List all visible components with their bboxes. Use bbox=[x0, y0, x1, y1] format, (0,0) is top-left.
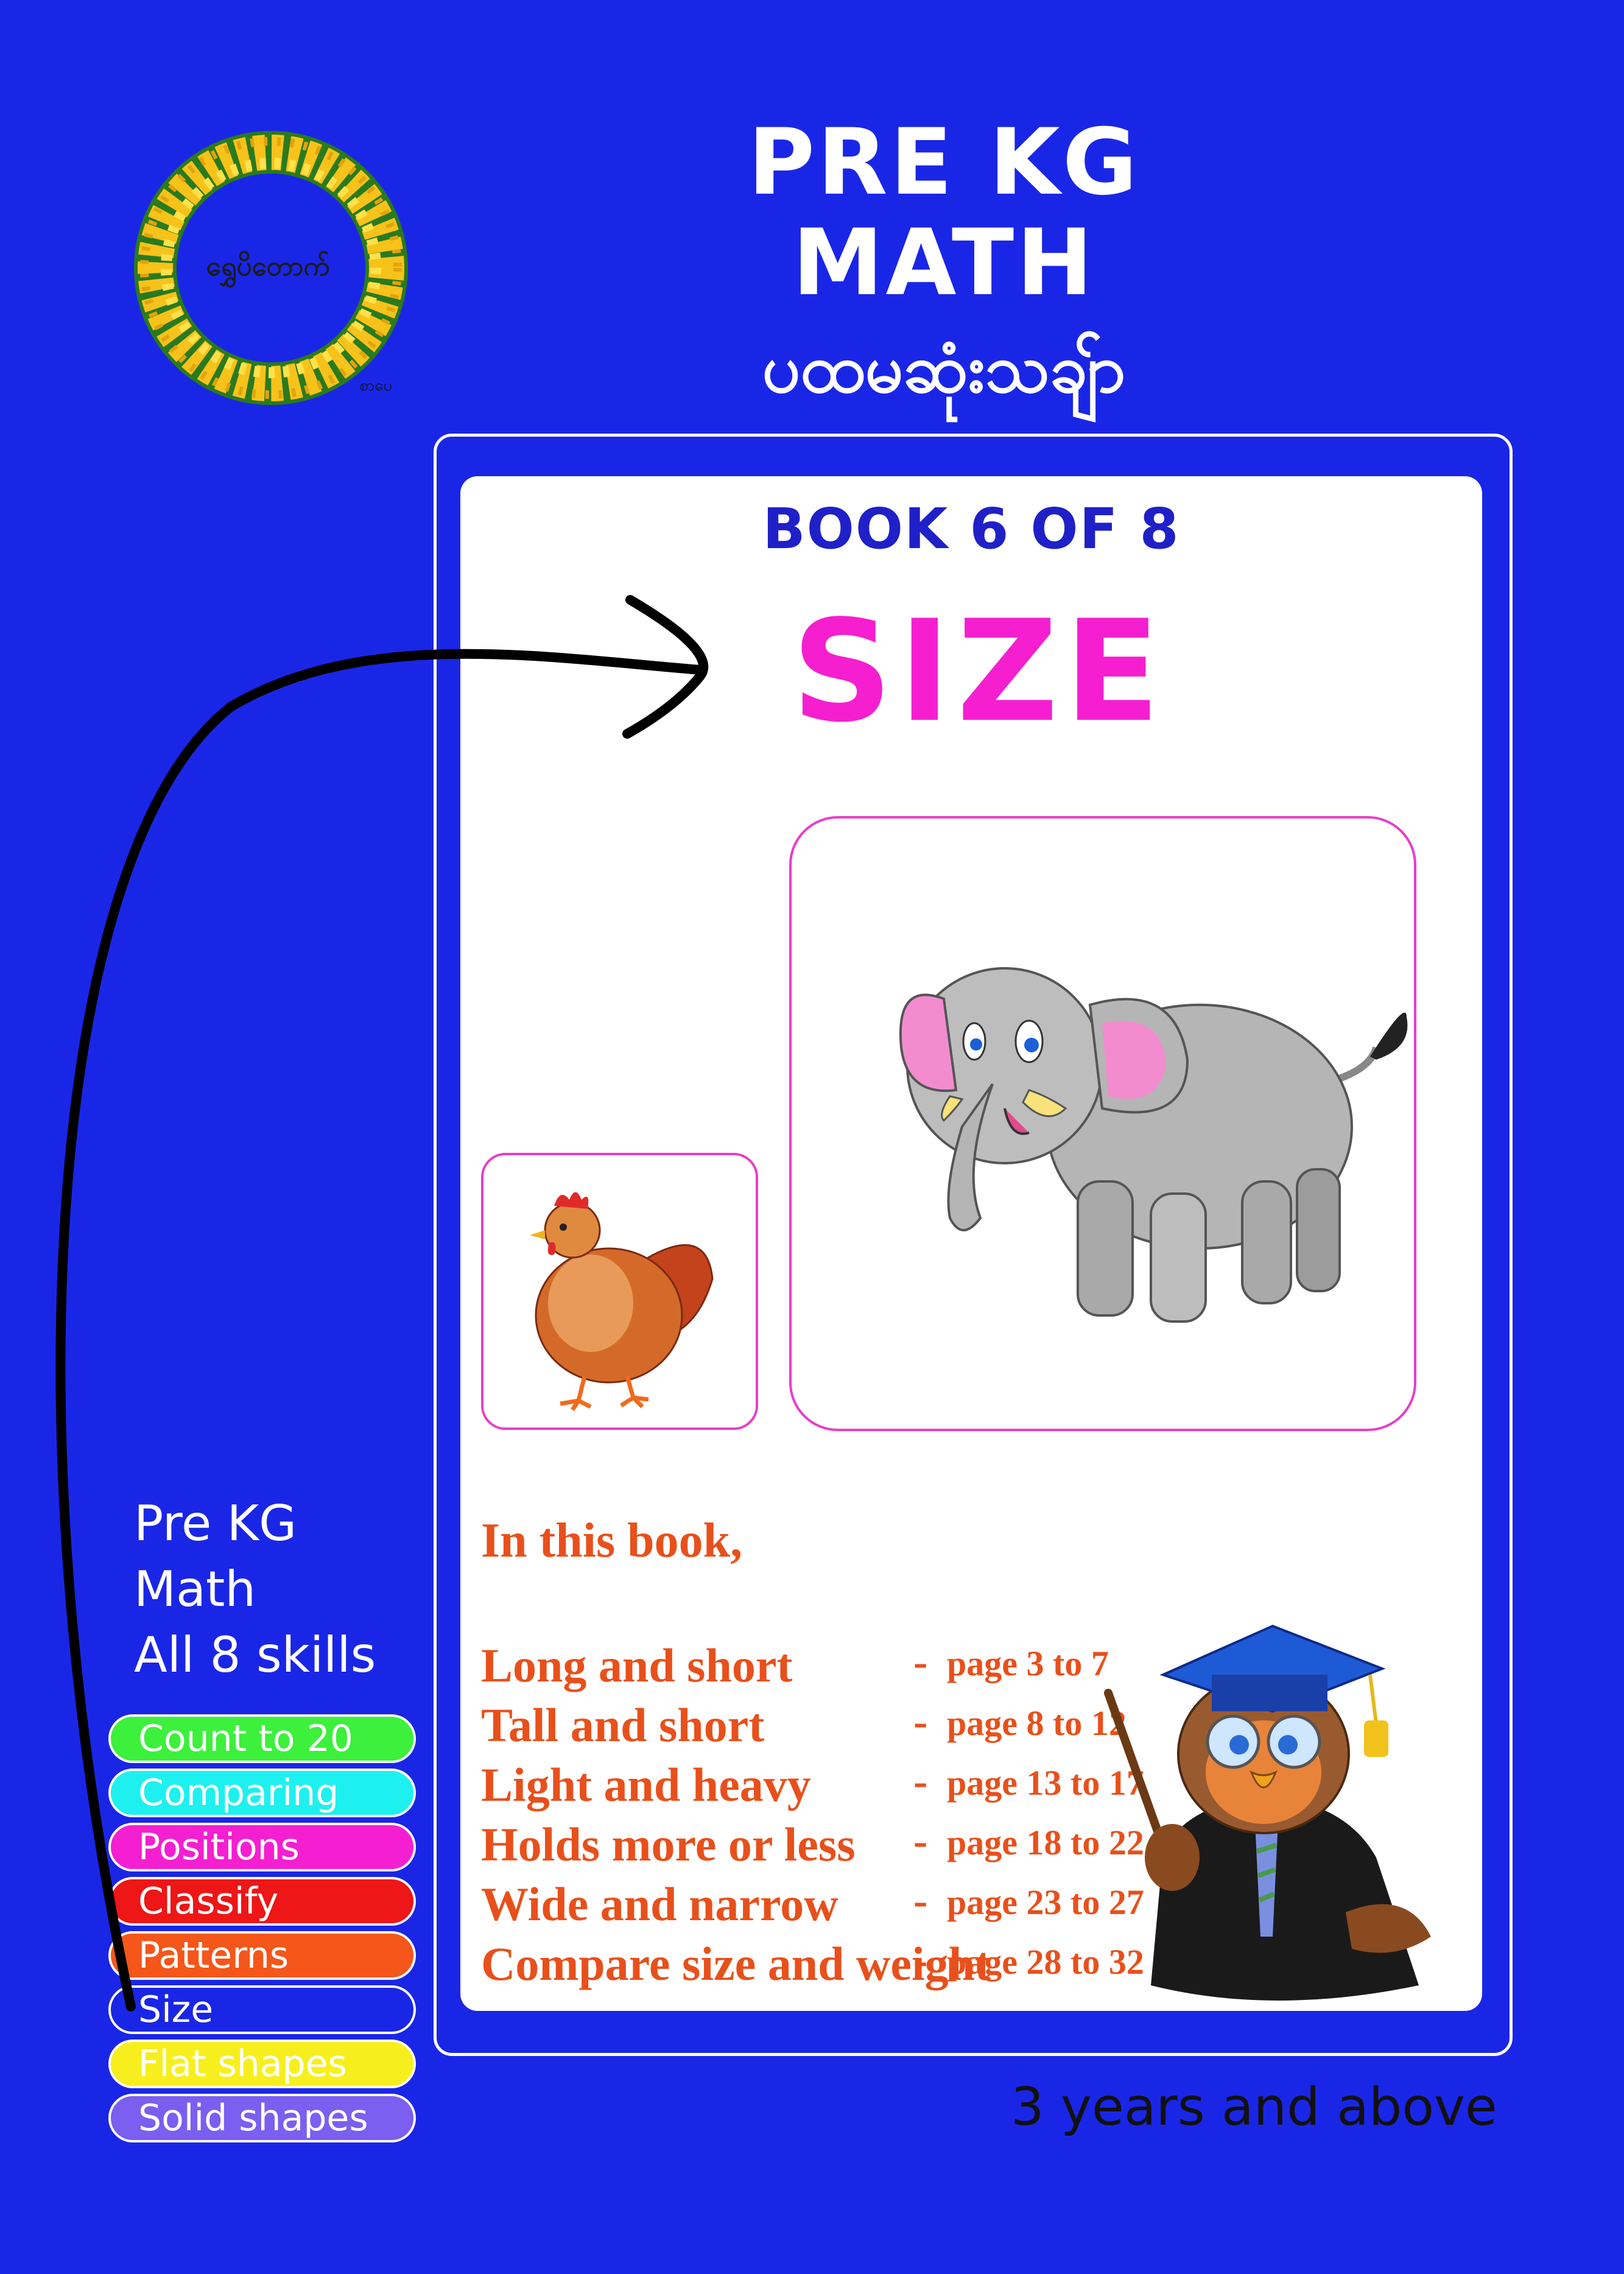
topic-dash: - bbox=[913, 1698, 928, 1745]
skills-list: Count to 20 Comparing Positions Classify… bbox=[108, 1714, 416, 2148]
skill-pill-positions: Positions bbox=[108, 1823, 416, 1871]
topic-title: SIZE bbox=[792, 591, 1167, 753]
side-heading-skills: All 8 skills bbox=[134, 1627, 376, 1683]
hen-illustration bbox=[530, 1192, 714, 1411]
topic-name: Tall and short bbox=[481, 1698, 765, 1751]
topic-dash: - bbox=[913, 1937, 928, 1984]
logo-subtext: စာပေ bbox=[359, 376, 393, 395]
title-burmese: ပထမဆုံးသချ်ာ bbox=[762, 329, 1126, 407]
skill-pill-size: Size bbox=[108, 1985, 416, 2034]
contents-row: Tall and short - page 8 to 12 bbox=[481, 1698, 1127, 1758]
skill-pill-flat-shapes: Flat shapes bbox=[108, 2040, 416, 2088]
book-number-label: BOOK 6 OF 8 bbox=[762, 496, 1180, 561]
skill-pill-comparing: Comparing bbox=[108, 1769, 416, 1817]
title-math: MATH bbox=[792, 210, 1095, 316]
contents-intro: In this book, bbox=[481, 1514, 743, 1568]
side-heading-math: Math bbox=[134, 1561, 256, 1617]
topic-dash: - bbox=[913, 1878, 928, 1924]
topic-dash: - bbox=[913, 1818, 928, 1865]
skill-pill-patterns: Patterns bbox=[108, 1931, 416, 1980]
contents-row: Long and short - page 3 to 7 bbox=[481, 1638, 1109, 1698]
side-heading-pre-kg: Pre KG bbox=[134, 1495, 297, 1552]
contents-row: Compare size and weight - page 28 to 32 bbox=[481, 1937, 1144, 1996]
topic-dash: - bbox=[913, 1758, 928, 1805]
elephant-illustration bbox=[899, 967, 1408, 1323]
title-pre-kg: PRE KG bbox=[748, 110, 1140, 216]
topic-name: Long and short bbox=[481, 1639, 793, 1692]
logo-text: ရွှေပိတောက် bbox=[206, 251, 330, 282]
skill-pill-count-to-20: Count to 20 bbox=[108, 1714, 416, 1763]
topic-name: Holds more or less bbox=[481, 1818, 856, 1871]
topic-name: Wide and narrow bbox=[481, 1878, 838, 1931]
contents-row: Light and heavy - page 13 to 17 bbox=[481, 1758, 1144, 1817]
contents-list: Long and short - page 3 to 7 Tall and sh… bbox=[481, 1638, 1144, 1996]
topic-name: Light and heavy bbox=[481, 1758, 811, 1811]
topic-pages: page 3 to 7 bbox=[947, 1644, 1109, 1683]
age-label: 3 years and above bbox=[1011, 2077, 1497, 2138]
owl-teacher-illustration bbox=[1104, 1624, 1431, 2001]
skill-pill-solid-shapes: Solid shapes bbox=[108, 2094, 416, 2142]
contents-row: Wide and narrow - page 23 to 27 bbox=[481, 1877, 1144, 1937]
contents-row: Holds more or less - page 18 to 22 bbox=[481, 1817, 1144, 1877]
topic-dash: - bbox=[913, 1639, 928, 1686]
skill-pill-classify: Classify bbox=[108, 1877, 416, 1926]
